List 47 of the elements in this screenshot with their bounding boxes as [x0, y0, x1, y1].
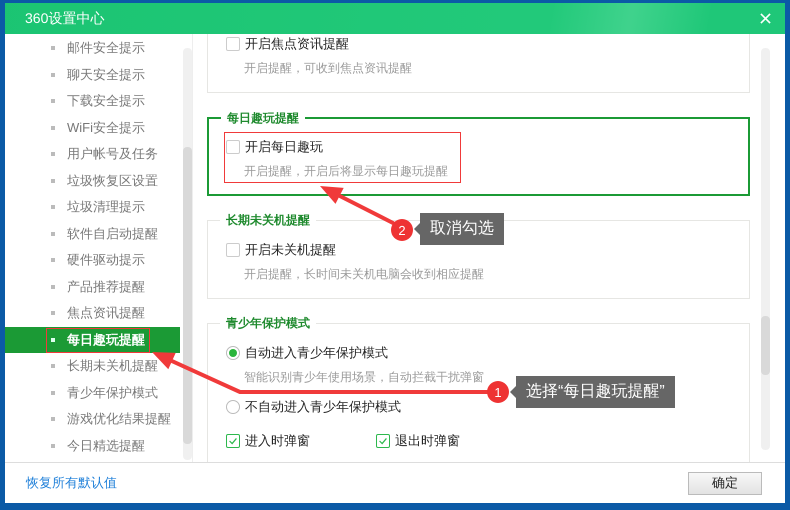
restore-defaults-link[interactable]: 恢复所有默认值 [26, 474, 117, 492]
sidebar-item[interactable]: 聊天安全提示 [5, 62, 180, 88]
step-badge: 2 [391, 219, 413, 241]
sidebar-item[interactable]: 用户帐号及任务 [5, 141, 180, 168]
sidebar-item[interactable]: 每日趣玩提醒 [5, 326, 180, 353]
sidebar-item[interactable]: 硬件驱动提示 [5, 247, 180, 274]
sidebar-item[interactable]: WiFi安全提示 [5, 114, 180, 141]
option-description: 开启提醒，可收到焦点资讯提醒 [243, 60, 413, 77]
radio-button[interactable] [226, 400, 240, 414]
sidebar-item[interactable]: 青少年保护模式 [5, 380, 180, 406]
scrollbar[interactable] [183, 48, 192, 460]
checkbox[interactable] [226, 37, 240, 51]
sidebar-item[interactable]: 垃圾清理提示 [5, 194, 180, 220]
sidebar-item[interactable]: 焦点资讯提醒 [5, 300, 180, 326]
close-icon[interactable] [760, 13, 771, 24]
checkbox[interactable] [226, 243, 240, 257]
sidebar-item[interactable]: 下载安全提示 [5, 88, 180, 114]
ok-button[interactable]: 确定 [688, 472, 762, 494]
step-badge: 1 [487, 381, 509, 403]
scrollbar[interactable] [761, 48, 770, 450]
group-title: 每日趣玩提醒 [221, 110, 305, 126]
sidebar-item[interactable]: 软件自启动提醒 [5, 220, 180, 247]
sidebar-item[interactable]: 邮件安全提示 [5, 35, 180, 62]
option-label: 退出时弹窗 [395, 432, 460, 450]
sidebar-item[interactable]: 长期未关机提醒 [5, 353, 180, 380]
option-label: 不自动进入青少年保护模式 [245, 398, 401, 416]
sidebar-item[interactable]: 今日精选提醒 [5, 432, 180, 459]
option-description: 开启提醒，长时间未关机电脑会收到相应提醒 [243, 266, 485, 283]
radio-button[interactable] [226, 346, 240, 360]
checkbox[interactable] [226, 140, 240, 154]
option-label: 开启每日趣玩 [245, 138, 323, 156]
option-label: 开启焦点资讯提醒 [245, 35, 349, 53]
option-label: 进入时弹窗 [245, 432, 310, 450]
option-label: 自动进入青少年保护模式 [245, 344, 388, 362]
checkbox[interactable] [376, 434, 390, 448]
group-title: 长期未关机提醒 [220, 212, 316, 228]
sidebar-item[interactable]: 产品推荐提醒 [5, 274, 180, 300]
group-title: 青少年保护模式 [220, 315, 316, 331]
checkbox[interactable] [226, 434, 240, 448]
option-label: 开启未关机提醒 [245, 241, 336, 259]
option-description: 开启提醒，开启后将显示每日趣玩提醒 [243, 163, 449, 180]
callout-tooltip: 选择“每日趣玩提醒” [510, 376, 675, 408]
sidebar-item[interactable]: 垃圾恢复区设置 [5, 168, 180, 194]
window-title: 360设置中心 [25, 10, 104, 28]
option-description: 智能识别青少年使用场景，自动拦截干扰弹窗 [243, 369, 485, 386]
sidebar-item[interactable]: 游戏优化结果提醒 [5, 406, 180, 432]
callout-tooltip: 取消勾选 [414, 213, 504, 245]
